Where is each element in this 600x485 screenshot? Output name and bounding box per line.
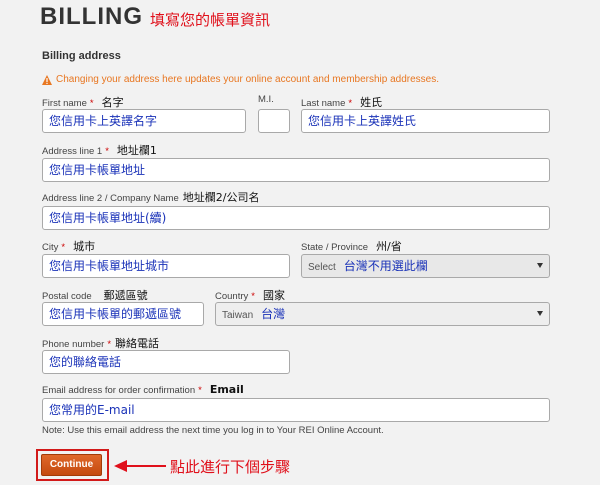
warning-icon <box>42 74 52 85</box>
mi-label: M.I. <box>258 94 274 105</box>
postal-label: Postal code 郵遞區號 <box>42 289 148 302</box>
postal-field[interactable]: 您信用卡帳單的郵遞區號 <box>42 302 204 326</box>
state-select[interactable]: Select 台灣不用選此欄 <box>301 254 550 278</box>
last-name-hint: 姓氏 <box>360 96 383 109</box>
postal-hint: 郵遞區號 <box>103 289 148 302</box>
section-title: Billing address <box>42 50 121 62</box>
first-name-field[interactable]: 您信用卡上英譯名字 <box>42 109 246 133</box>
address2-field[interactable]: 您信用卡帳單地址(續) <box>42 206 550 230</box>
first-name-label: First name * 名字 <box>42 96 124 109</box>
address1-hint: 地址欄1 <box>116 144 157 157</box>
state-label: State / Province 州/省 <box>301 240 402 253</box>
country-hint: 國家 <box>262 289 285 302</box>
title-annotation: 填寫您的帳單資訊 <box>150 11 271 29</box>
country-annotation: 台灣 <box>261 307 286 321</box>
phone-label: Phone number * 聯絡電話 <box>42 337 160 350</box>
chevron-down-icon <box>537 263 543 268</box>
continue-button[interactable]: Continue <box>41 454 102 476</box>
phone-field[interactable]: 您的聯絡電話 <box>42 350 290 374</box>
state-hint: 州/省 <box>376 240 402 253</box>
city-field[interactable]: 您信用卡帳單地址城市 <box>42 254 290 278</box>
page-title: BILLING <box>40 3 143 30</box>
mi-field[interactable] <box>258 109 290 133</box>
email-note: Note: Use this email address the next ti… <box>42 425 384 436</box>
chevron-down-icon <box>537 311 543 316</box>
email-field[interactable]: 您常用的E-mail <box>42 398 550 422</box>
address1-field[interactable]: 您信用卡帳單地址 <box>42 158 550 182</box>
phone-hint: 聯絡電話 <box>115 337 160 350</box>
last-name-label: Last name * 姓氏 <box>301 96 383 109</box>
first-name-hint: 名字 <box>101 96 124 109</box>
email-hint: Email <box>209 383 244 396</box>
country-select[interactable]: Taiwan 台灣 <box>215 302 550 326</box>
address2-label: Address line 2 / Company Name 地址欄2/公司名 <box>42 191 260 204</box>
country-label: Country * 國家 <box>215 289 285 302</box>
warning-text: Changing your address here updates your … <box>56 74 440 85</box>
city-hint: 城市 <box>73 240 96 253</box>
state-annotation: 台灣不用選此欄 <box>343 259 428 273</box>
continue-annotation: 點此進行下個步驟 <box>170 458 291 476</box>
email-label: Email address for order confirmation * Ema… <box>42 383 244 396</box>
last-name-field[interactable]: 您信用卡上英譯姓氏 <box>301 109 550 133</box>
arrow-left-icon <box>114 460 166 472</box>
city-label: City * 城市 <box>42 240 96 253</box>
address2-hint: 地址欄2/公司名 <box>182 191 260 204</box>
address1-label: Address line 1 * 地址欄1 <box>42 144 157 157</box>
warning-message: Changing your address here updates your … <box>42 74 439 85</box>
